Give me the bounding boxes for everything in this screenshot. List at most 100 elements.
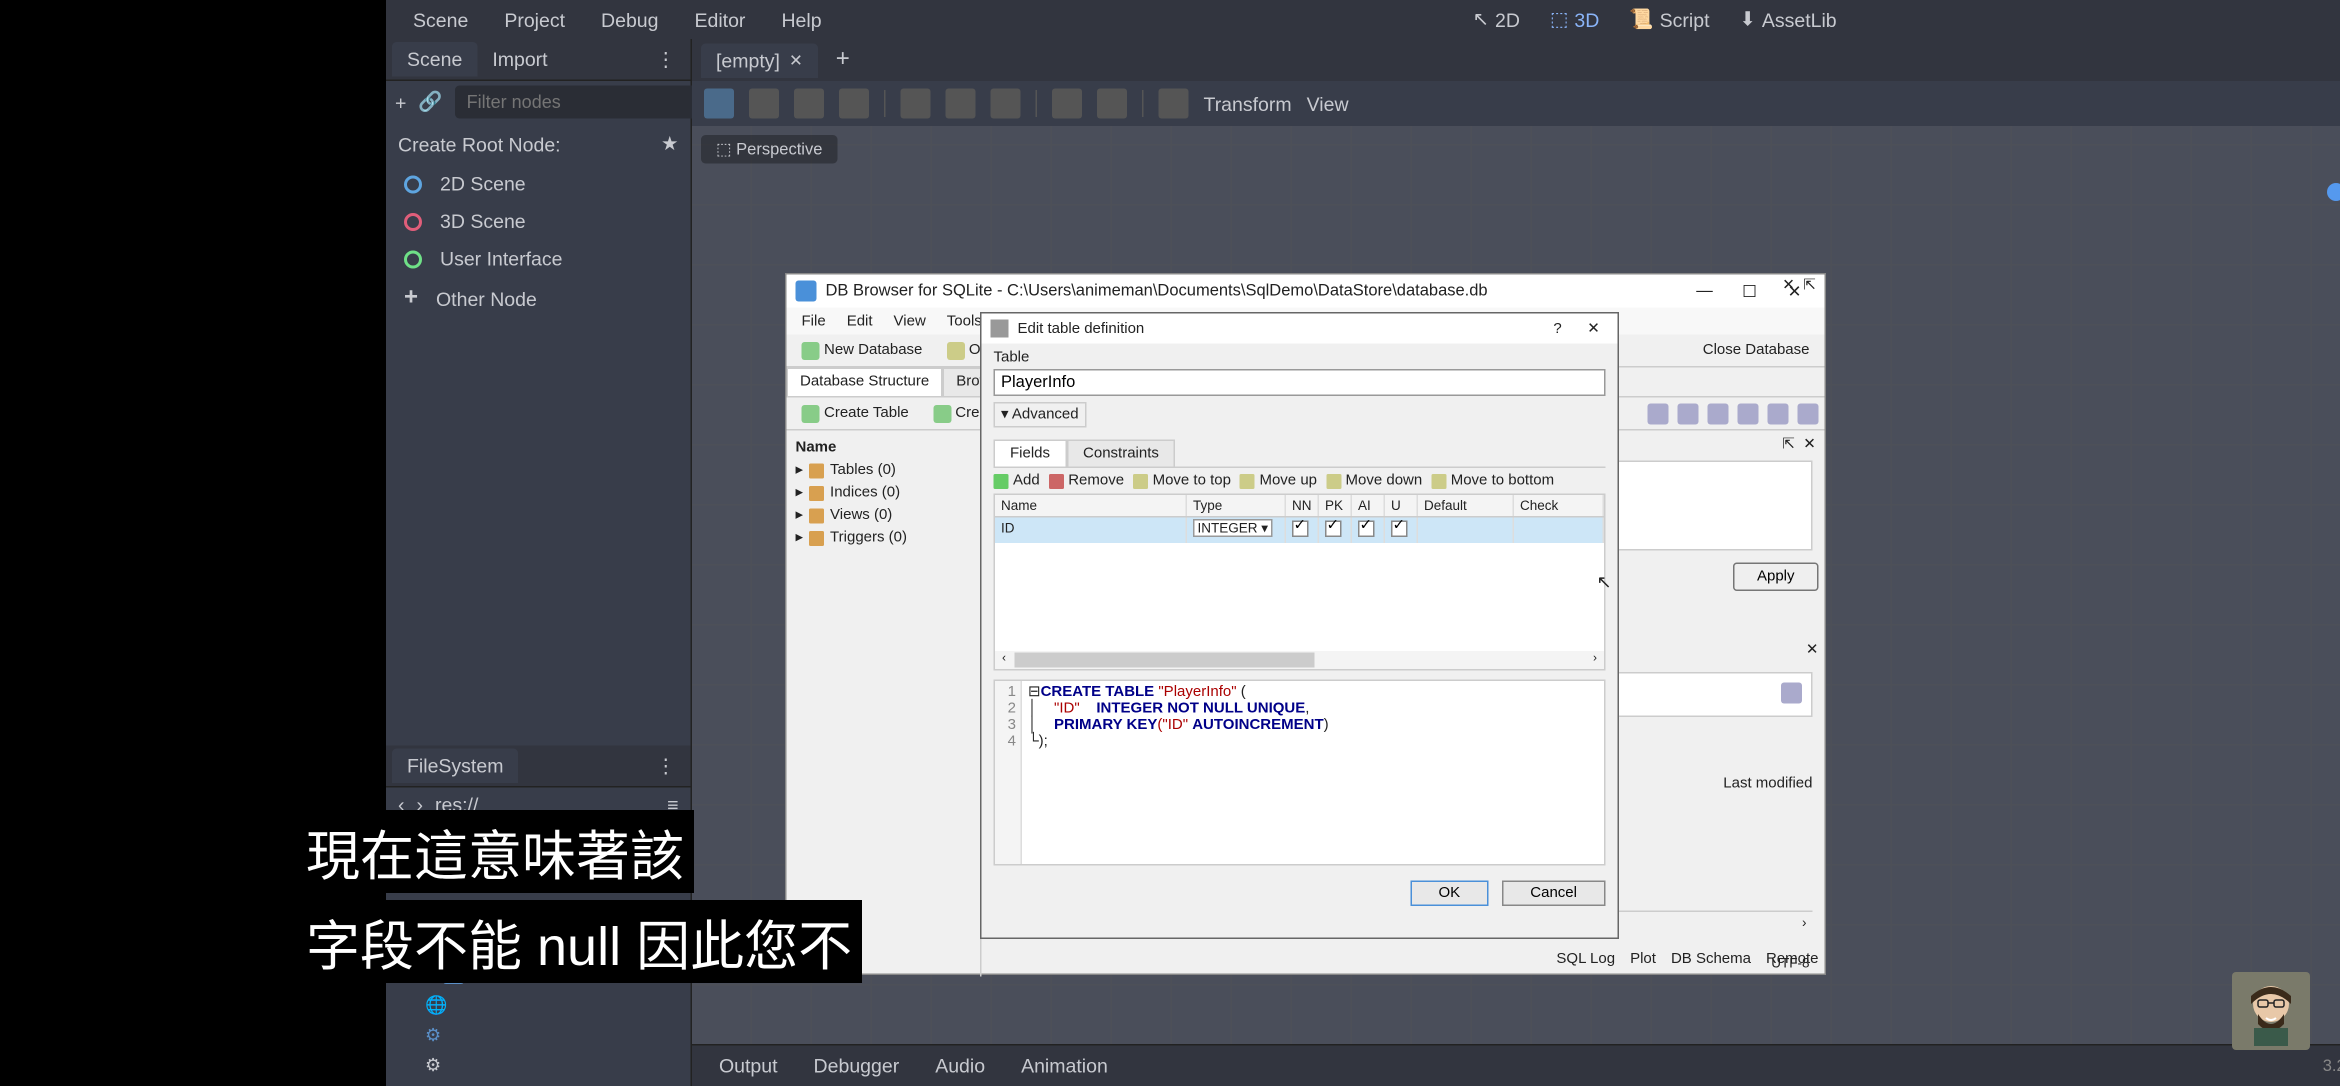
scene-tab-empty[interactable]: [empty] ✕: [701, 43, 818, 78]
col-default[interactable]: Default: [1418, 495, 1514, 516]
pk-checkbox[interactable]: [1325, 521, 1342, 538]
apply-button[interactable]: Apply: [1733, 563, 1819, 592]
tree-triggers[interactable]: ▸Triggers (0): [793, 527, 975, 550]
menu-help[interactable]: Help: [766, 4, 836, 36]
move-bottom-button[interactable]: Move to bottom: [1431, 473, 1554, 490]
field-row[interactable]: ID INTEGER ▾: [995, 518, 1604, 544]
tab-constraints[interactable]: Constraints: [1067, 440, 1176, 467]
col-check[interactable]: Check: [1514, 495, 1604, 516]
ai-checkbox[interactable]: [1358, 521, 1375, 538]
fs-item-hidden3[interactable]: ⚙: [398, 1050, 679, 1080]
fs-item-hidden2[interactable]: ⚙: [398, 1020, 679, 1050]
move-top-button[interactable]: Move to top: [1133, 473, 1231, 490]
u-checkbox[interactable]: [1391, 521, 1408, 538]
dock-options-icon[interactable]: ⋮: [647, 47, 685, 71]
table-name-input[interactable]: [994, 369, 1606, 396]
db-tool-icon[interactable]: [1738, 403, 1759, 424]
panel-undock-icon[interactable]: ⇱: [1780, 437, 1798, 455]
add-scene-tab-icon[interactable]: +: [824, 47, 862, 74]
col-type[interactable]: Type: [1187, 495, 1286, 516]
advanced-toggle[interactable]: ▾ Advanced: [994, 402, 1087, 428]
filesystem-options-icon[interactable]: ⋮: [647, 754, 685, 778]
check-cell[interactable]: [1514, 518, 1604, 544]
tab-import[interactable]: Import: [477, 42, 562, 77]
db-tool-icon[interactable]: [1678, 403, 1699, 424]
col-ai[interactable]: AI: [1352, 495, 1385, 516]
tree-tables[interactable]: ▸Tables (0): [793, 459, 975, 482]
list-select-icon[interactable]: [901, 89, 931, 119]
new-database-button[interactable]: New Database: [793, 338, 932, 362]
view-menu[interactable]: View: [1307, 92, 1349, 115]
panel-undock-icon[interactable]: ⇱: [1801, 278, 1819, 296]
scrollbar-thumb[interactable]: [1015, 653, 1315, 668]
tab-audio[interactable]: Audio: [920, 1050, 1000, 1082]
tab-animation[interactable]: Animation: [1006, 1050, 1123, 1082]
snap-icon[interactable]: [1097, 89, 1127, 119]
workspace-2d-button[interactable]: ↖ 2D: [1464, 5, 1529, 35]
col-nn[interactable]: NN: [1286, 495, 1319, 516]
menu-project[interactable]: Project: [489, 4, 580, 36]
col-pk[interactable]: PK: [1319, 495, 1352, 516]
viewport-gizmo[interactable]: [2321, 135, 2340, 225]
close-tab-icon[interactable]: ✕: [789, 50, 803, 70]
move-up-button[interactable]: Move up: [1240, 473, 1317, 490]
instance-scene-icon[interactable]: 🔗: [418, 90, 442, 114]
db-tool-icon[interactable]: [1708, 403, 1729, 424]
root-user-interface[interactable]: User Interface: [386, 240, 691, 278]
tab-fields[interactable]: Fields: [994, 440, 1067, 467]
add-node-icon[interactable]: +: [395, 91, 406, 114]
root-3d-scene[interactable]: 3D Scene: [386, 203, 691, 241]
db-menu-view[interactable]: View: [885, 310, 935, 333]
remove-field-button[interactable]: Remove: [1049, 473, 1124, 490]
scale-mode-icon[interactable]: [839, 89, 869, 119]
db-print-icon[interactable]: [1798, 403, 1819, 424]
cancel-button[interactable]: Cancel: [1502, 881, 1606, 907]
db-remote-icon[interactable]: [1781, 683, 1802, 704]
add-field-button[interactable]: Add: [994, 473, 1040, 490]
default-cell[interactable]: [1418, 518, 1514, 544]
field-type-select[interactable]: INTEGER ▾: [1193, 519, 1273, 537]
maximize-button[interactable]: ☐: [1729, 278, 1771, 305]
panel-close-icon[interactable]: ✕: [1806, 642, 1819, 659]
db-tool-icon[interactable]: [1648, 403, 1669, 424]
lock-icon[interactable]: [946, 89, 976, 119]
ok-button[interactable]: OK: [1410, 881, 1489, 907]
db-menu-file[interactable]: File: [793, 310, 835, 333]
root-other-node[interactable]: +Other Node: [386, 278, 691, 320]
root-2d-scene[interactable]: 2D Scene: [386, 165, 691, 203]
local-space-icon[interactable]: [1052, 89, 1082, 119]
workspace-script-button[interactable]: 📜 Script: [1620, 5, 1718, 35]
tree-views[interactable]: ▸Views (0): [793, 504, 975, 527]
tab-filesystem[interactable]: FileSystem: [392, 749, 518, 784]
group-icon[interactable]: [991, 89, 1021, 119]
status-sqllog[interactable]: SQL Log: [1556, 951, 1615, 968]
fs-item-hidden1[interactable]: 🌐: [398, 990, 679, 1020]
panel-close-icon[interactable]: ✕: [1801, 437, 1819, 455]
db-menu-edit[interactable]: Edit: [838, 310, 882, 333]
col-u[interactable]: U: [1385, 495, 1418, 516]
field-name-cell[interactable]: ID: [995, 518, 1187, 544]
close-database-button[interactable]: Close Database: [1694, 339, 1819, 362]
scroll-right-icon[interactable]: ›: [1802, 915, 1807, 930]
scroll-left-icon[interactable]: ‹: [995, 651, 1013, 669]
move-mode-icon[interactable]: [749, 89, 779, 119]
transform-menu[interactable]: Transform: [1204, 92, 1292, 115]
tree-indices[interactable]: ▸Indices (0): [793, 482, 975, 505]
filter-nodes-input[interactable]: [455, 86, 712, 119]
menu-editor[interactable]: Editor: [679, 4, 760, 36]
nn-checkbox[interactable]: [1292, 521, 1309, 538]
scroll-right-icon[interactable]: ›: [1586, 651, 1604, 669]
favorite-icon[interactable]: ★: [661, 132, 678, 156]
status-schema[interactable]: DB Schema: [1671, 951, 1751, 968]
create-table-button[interactable]: Create Table: [793, 401, 918, 425]
workspace-assetlib-button[interactable]: ⬇ AssetLib: [1730, 5, 1845, 35]
camera-override-icon[interactable]: [1159, 89, 1189, 119]
3d-viewport[interactable]: ⬚ Perspective DB Browser for SQLite - C:…: [692, 126, 2340, 1044]
menu-debug[interactable]: Debug: [586, 4, 673, 36]
move-down-button[interactable]: Move down: [1326, 473, 1422, 490]
select-mode-icon[interactable]: [704, 89, 734, 119]
menu-scene[interactable]: Scene: [398, 4, 483, 36]
panel-close-icon[interactable]: ✕: [1780, 278, 1798, 296]
perspective-label[interactable]: ⬚ Perspective: [701, 135, 837, 164]
workspace-3d-button[interactable]: ⬚ 3D: [1541, 5, 1608, 35]
